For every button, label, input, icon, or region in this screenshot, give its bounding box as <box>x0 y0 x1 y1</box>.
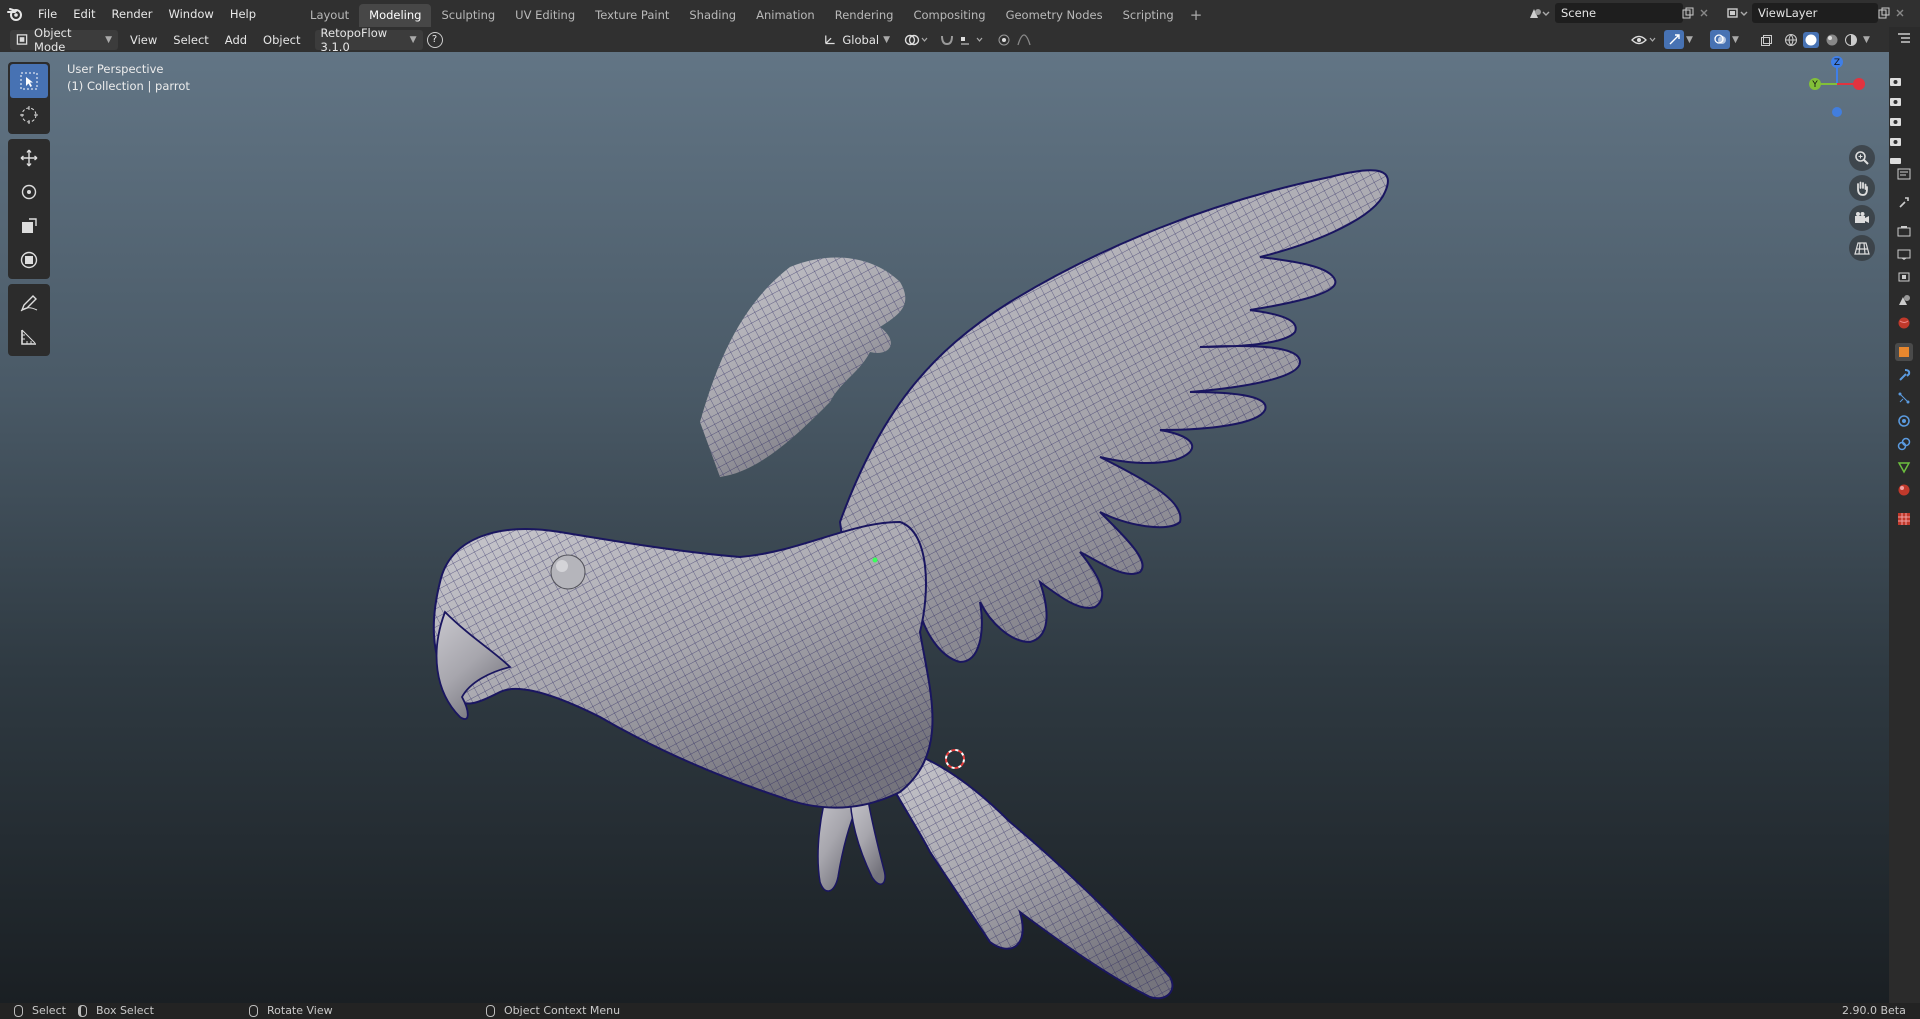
tab-rendering[interactable]: Rendering <box>825 4 904 27</box>
header-menu-select[interactable]: Select <box>165 33 216 47</box>
add-workspace-button[interactable]: + <box>1184 4 1209 27</box>
visibility-icon[interactable] <box>1630 31 1660 49</box>
chevron-down-icon: ▼ <box>883 34 890 45</box>
scene-selector-icon[interactable] <box>1524 3 1554 23</box>
status-box-select-label: Box Select <box>96 1004 154 1017</box>
tab-compositing[interactable]: Compositing <box>903 4 995 27</box>
transform-orientation-dropdown[interactable]: Global ▼ <box>818 29 896 50</box>
wireframe-shading-icon[interactable] <box>1784 33 1798 47</box>
view-layer-field[interactable]: ViewLayer <box>1752 3 1878 23</box>
status-rotate-view-label: Rotate View <box>267 1004 333 1017</box>
view-layer-name: ViewLayer <box>1758 6 1818 20</box>
status-context-menu: Object Context Menu <box>486 1004 620 1017</box>
solid-shading-icon[interactable] <box>1803 31 1820 48</box>
chevron-down-icon[interactable]: ▼ <box>1863 31 1875 49</box>
help-icon[interactable]: ? <box>426 31 443 48</box>
tab-texture-paint[interactable]: Texture Paint <box>585 4 679 27</box>
data-tab-icon[interactable] <box>1895 458 1913 476</box>
rendered-shading-icon[interactable] <box>1844 33 1858 47</box>
status-bar: Select Box Select Rotate View Object Con… <box>0 1003 1920 1019</box>
version-label: 2.90.0 Beta <box>1842 1004 1906 1017</box>
delete-scene-icon[interactable] <box>1697 3 1711 23</box>
3d-cursor-icon[interactable] <box>945 749 965 769</box>
help-glyph: ? <box>431 34 438 45</box>
delete-view-layer-icon[interactable] <box>1893 3 1907 23</box>
tab-animation[interactable]: Animation <box>746 4 825 27</box>
overlays-toggle-icon[interactable] <box>1710 30 1730 49</box>
menu-window[interactable]: Window <box>160 3 221 25</box>
shading-modes <box>1781 30 1861 49</box>
scene-name-field[interactable]: Scene <box>1555 3 1683 23</box>
retopoflow-dropdown[interactable]: RetopoFlow 3.1.0 ▼ <box>314 26 423 54</box>
tab-uv-editing[interactable]: UV Editing <box>505 4 585 27</box>
orientation-label: Global <box>842 32 880 47</box>
outliner-icon[interactable] <box>1895 29 1913 47</box>
middle-mouse-icon <box>249 1004 258 1017</box>
menu-render[interactable]: Render <box>104 3 161 25</box>
proportional-editing-icon[interactable] <box>996 31 1046 49</box>
chevron-down-icon[interactable]: ▼ <box>1686 31 1698 49</box>
tab-sculpting[interactable]: Sculpting <box>431 4 505 27</box>
drag-mouse-icon <box>78 1004 87 1017</box>
blender-logo-icon[interactable] <box>0 0 30 27</box>
top-bar: File Edit Render Window Help Layout Mode… <box>0 0 1920 27</box>
particles-tab-icon[interactable] <box>1895 389 1913 407</box>
status-context-menu-label: Object Context Menu <box>504 1004 621 1017</box>
new-scene-icon[interactable] <box>1680 3 1696 23</box>
texture-tab-icon[interactable] <box>1895 510 1913 528</box>
physics-tab-icon[interactable] <box>1895 412 1913 430</box>
snap-icon[interactable] <box>939 31 989 49</box>
material-shading-icon[interactable] <box>1825 33 1839 47</box>
object-mode-icon <box>16 34 28 45</box>
status-rotate-view: Rotate View <box>249 1004 333 1017</box>
scene-name: Scene <box>1561 6 1597 20</box>
viewport-header: Object Mode ▼ View Select Add Object Ret… <box>0 26 1889 54</box>
chevron-down-icon: ▼ <box>409 34 417 45</box>
orientation-icon <box>825 35 835 45</box>
menu-file[interactable]: File <box>30 3 65 25</box>
header-menu-object[interactable]: Object <box>255 33 308 47</box>
tool-tab-icon[interactable] <box>1895 193 1913 211</box>
view-layer-tab-icon[interactable] <box>1895 268 1913 286</box>
modifier-tab-icon[interactable] <box>1895 366 1913 384</box>
pivot-point-icon[interactable] <box>903 31 933 49</box>
output-tab-icon[interactable] <box>1895 245 1913 263</box>
status-select-label: Select <box>32 1004 66 1017</box>
mode-label: Object Mode <box>34 25 72 54</box>
world-tab-icon[interactable] <box>1895 314 1913 332</box>
parrot-geometry <box>432 169 1389 1000</box>
tab-scripting[interactable]: Scripting <box>1113 4 1184 27</box>
header-menu-view[interactable]: View <box>122 33 165 47</box>
tab-shading[interactable]: Shading <box>679 4 746 27</box>
render-tab-icon[interactable] <box>1895 222 1913 240</box>
right-mouse-icon <box>486 1004 495 1017</box>
properties-tabs <box>1889 27 1920 1003</box>
mode-dropdown[interactable]: Object Mode ▼ <box>10 26 118 54</box>
chevron-down-icon: ▼ <box>105 34 112 45</box>
3d-viewport[interactable]: User Perspective (1) Collection | parrot <box>0 52 1889 1003</box>
menu-help[interactable]: Help <box>222 3 264 25</box>
scene-tab-icon[interactable] <box>1895 291 1913 309</box>
chevron-down-icon[interactable]: ▼ <box>1732 31 1744 49</box>
retopoflow-label: RetopoFlow 3.1.0 <box>320 25 388 54</box>
menu-edit[interactable]: Edit <box>65 3 103 25</box>
properties-editor-icon[interactable] <box>1895 165 1913 183</box>
material-tab-icon[interactable] <box>1895 481 1913 499</box>
header-menu-add[interactable]: Add <box>217 33 255 47</box>
xray-toggle-icon[interactable] <box>1757 31 1775 49</box>
new-view-layer-icon[interactable] <box>1876 3 1892 23</box>
collection-restrict-icons <box>1889 74 1903 167</box>
constraints-tab-icon[interactable] <box>1895 435 1913 453</box>
status-box-select: Box Select <box>78 1004 154 1017</box>
left-mouse-icon <box>14 1004 23 1017</box>
tab-layout[interactable]: Layout <box>300 4 359 27</box>
gizmo-toggle-icon[interactable] <box>1664 30 1684 49</box>
view-layer-selector-icon[interactable] <box>1722 3 1752 23</box>
tab-geometry-nodes[interactable]: Geometry Nodes <box>996 4 1113 27</box>
tab-modeling[interactable]: Modeling <box>359 4 432 27</box>
object-tab-icon[interactable] <box>1895 343 1913 361</box>
status-select: Select <box>14 1004 66 1017</box>
workspace-tabs: Layout Modeling Sculpting UV Editing Tex… <box>300 0 1208 27</box>
parrot-mesh[interactable] <box>0 52 1889 1003</box>
